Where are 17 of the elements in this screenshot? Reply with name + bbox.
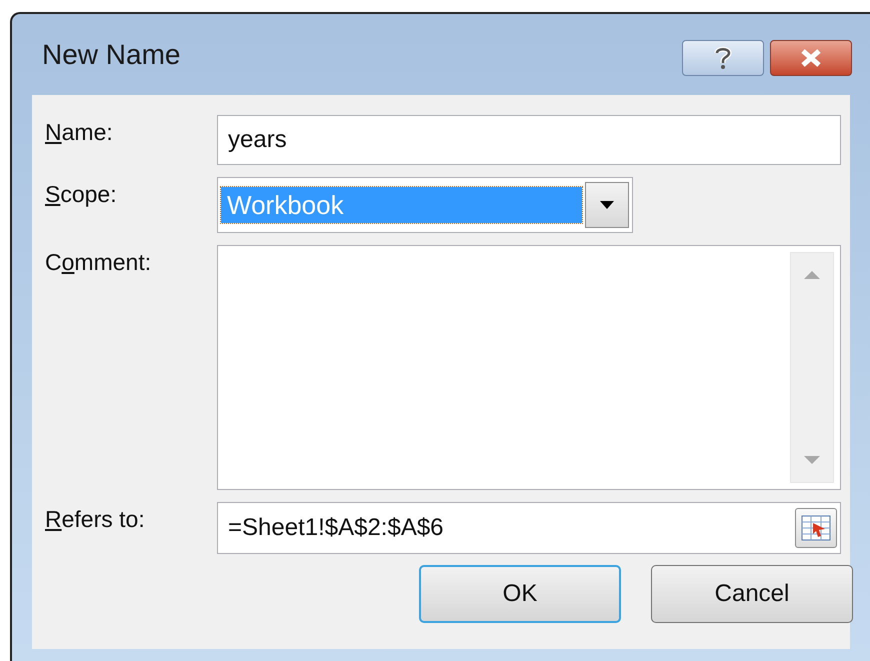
cancel-button[interactable]: Cancel: [651, 565, 853, 623]
ok-button[interactable]: OK: [419, 565, 621, 623]
field-label: Comment:: [45, 249, 152, 275]
help-icon: [714, 46, 732, 70]
field-label: Refers to:: [45, 506, 145, 532]
field-label: Name:: [45, 119, 113, 145]
close-button[interactable]: [770, 40, 852, 76]
close-icon: [799, 49, 823, 67]
field-label: Scope:: [45, 181, 117, 207]
range-select-icon[interactable]: [795, 508, 837, 548]
comment-field[interactable]: [217, 245, 841, 490]
refers-to-field[interactable]: =Sheet1!$A$2:$A$6: [217, 502, 841, 554]
help-button[interactable]: [682, 40, 764, 76]
field-value: =Sheet1!$A$2:$A$6: [228, 513, 444, 543]
window-title: New Name: [42, 38, 180, 72]
name-field[interactable]: years: [217, 115, 841, 165]
dropdown-value: Workbook: [221, 187, 582, 223]
